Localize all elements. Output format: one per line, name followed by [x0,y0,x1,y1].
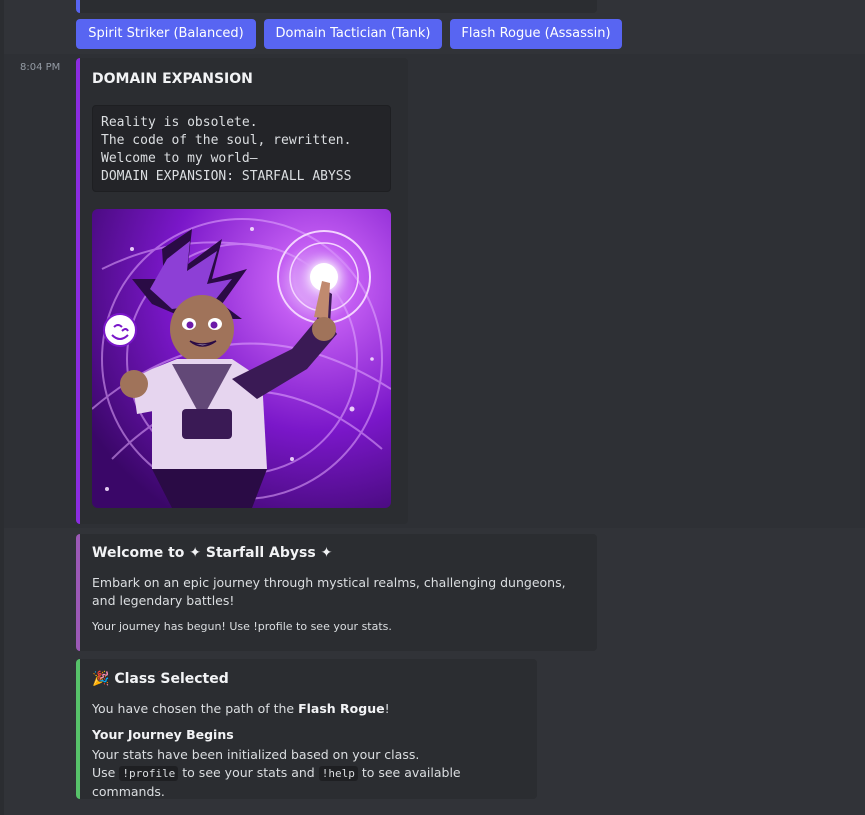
code-line: DOMAIN EXPANSION: STARFALL ABYSS [101,169,352,184]
use-text: Use [92,765,120,780]
character-artwork-image[interactable] [92,209,391,508]
field-name: Your Journey Begins [92,727,234,742]
welcome-footer: Your journey has begun! Use !profile to … [92,620,392,633]
class-name: Flash Rogue [298,701,385,716]
sparkle-icon: ✦ [320,545,333,561]
field-value-line2: Use !profile to see your stats and !help… [92,764,537,801]
help-command-code: !help [318,766,358,781]
anime-character-illustration [92,209,391,508]
welcome-title-name: Starfall Abyss [205,545,316,561]
class-selected-title-text: Class Selected [114,671,229,687]
class-selected-description: You have chosen the path of the Flash Ro… [92,700,390,718]
welcome-title: Welcome to ✦ Starfall Abyss ✦ [92,545,332,561]
code-line: Welcome to my world— [101,151,258,166]
desc-after: ! [384,701,390,716]
desc-before: You have chosen the path of the [92,701,299,716]
embed-title: DOMAIN EXPANSION [92,71,253,87]
domain-expansion-embed: DOMAIN EXPANSION Reality is obsolete. Th… [76,58,408,524]
class-selected-title: 🎉 Class Selected [92,671,229,687]
welcome-title-prefix: Welcome to [92,545,185,561]
welcome-embed: Welcome to ✦ Starfall Abyss ✦ Embark on … [76,534,597,651]
profile-command-code: !profile [119,766,179,781]
mid-text: to see your stats and [178,765,319,780]
sparkle-icon: ✦ [189,545,202,561]
flash-rogue-button[interactable]: Flash Rogue (Assassin) [450,19,622,49]
code-block: Reality is obsolete. The code of the sou… [92,105,391,192]
message-timestamp: 8:04 PM [20,62,61,73]
code-line: Reality is obsolete. [101,115,258,130]
class-selected-embed: 🎉 Class Selected You have chosen the pat… [76,659,537,799]
party-popper-icon: 🎉 [92,671,110,687]
domain-tactician-button[interactable]: Domain Tactician (Tank) [264,19,442,49]
spirit-striker-button[interactable]: Spirit Striker (Balanced) [76,19,256,49]
welcome-description: Embark on an epic journey through mystic… [92,575,566,608]
code-line: The code of the soul, rewritten. [101,133,352,148]
field-value-line1: Your stats have been initialized based o… [92,747,420,762]
previous-embed-bottom [76,0,597,13]
